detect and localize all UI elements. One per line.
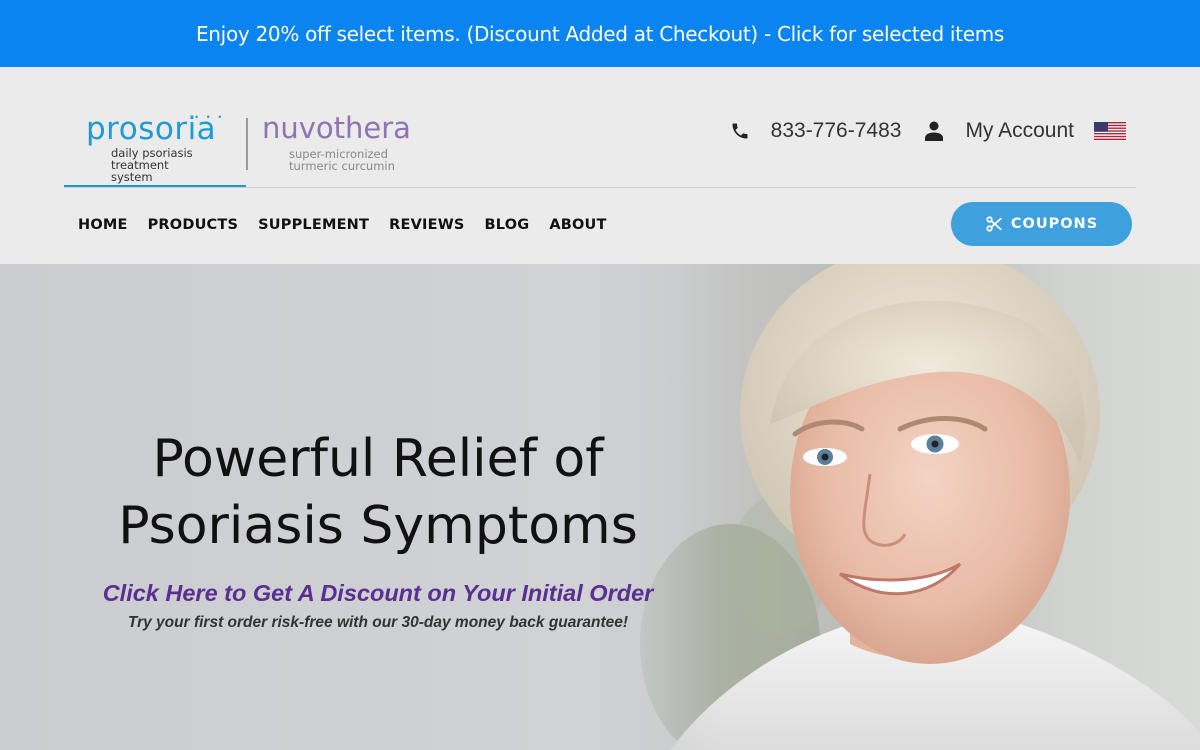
nav-home[interactable]: HOME [78,217,128,233]
us-flag-icon[interactable] [1094,122,1126,140]
nav-blog[interactable]: BLOG [485,217,530,233]
logo-divider [246,118,248,170]
discount-cta-link[interactable]: Click Here to Get A Discount on Your Ini… [78,580,678,607]
prosoria-logo[interactable]: prosoria • • • daily psoriasis treatment… [64,107,246,188]
nav-products[interactable]: PRODUCTS [148,217,239,233]
promo-banner[interactable]: Enjoy 20% off select items. (Discount Ad… [0,0,1200,67]
prosoria-tagline: daily psoriasis treatment system [111,147,211,183]
prosoria-dots-icon: • • • [195,112,225,122]
main-nav: HOME PRODUCTS SUPPLEMENT REVIEWS BLOG AB… [78,217,607,233]
prosoria-tagline-line2: treatment system [111,158,169,184]
nav-supplement[interactable]: SUPPLEMENT [258,217,369,233]
phone-number-link[interactable]: 833-776-7483 [771,119,902,143]
nav-about[interactable]: ABOUT [549,217,606,233]
site-header: prosoria • • • daily psoriasis treatment… [0,67,1200,264]
header-contact: 833-776-7483 My Account [729,117,1126,145]
nuvothera-tagline-line2: turmeric curcumin [289,159,395,173]
brand-logos: prosoria • • • daily psoriasis treatment… [64,107,424,188]
hero-banner: Powerful Relief of Psoriasis Symptoms Cl… [0,264,1200,750]
promo-text: Enjoy 20% off select items. (Discount Ad… [195,21,1005,46]
nuvothera-wordmark: nuvothera [262,111,411,145]
scissors-icon [986,216,1002,232]
nuvothera-tagline: super-micronized turmeric curcumin [289,148,429,172]
nav-reviews[interactable]: REVIEWS [389,217,464,233]
hero-portrait-image [600,264,1200,750]
phone-icon[interactable] [729,120,751,142]
my-account-link[interactable]: My Account [965,119,1074,143]
hero-title: Powerful Relief of Psoriasis Symptoms [88,426,668,560]
hero-title-line2: Psoriasis Symptoms [118,496,638,556]
coupons-button[interactable]: COUPONS [951,202,1132,246]
guarantee-text: Try your first order risk-free with our … [127,614,629,631]
hero-title-line1: Powerful Relief of [152,429,604,489]
user-icon[interactable] [923,120,945,142]
header-divider [64,187,1136,188]
coupons-label: COUPONS [1010,216,1099,232]
nuvothera-logo[interactable]: nuvothera super-micronized turmeric curc… [262,107,432,187]
